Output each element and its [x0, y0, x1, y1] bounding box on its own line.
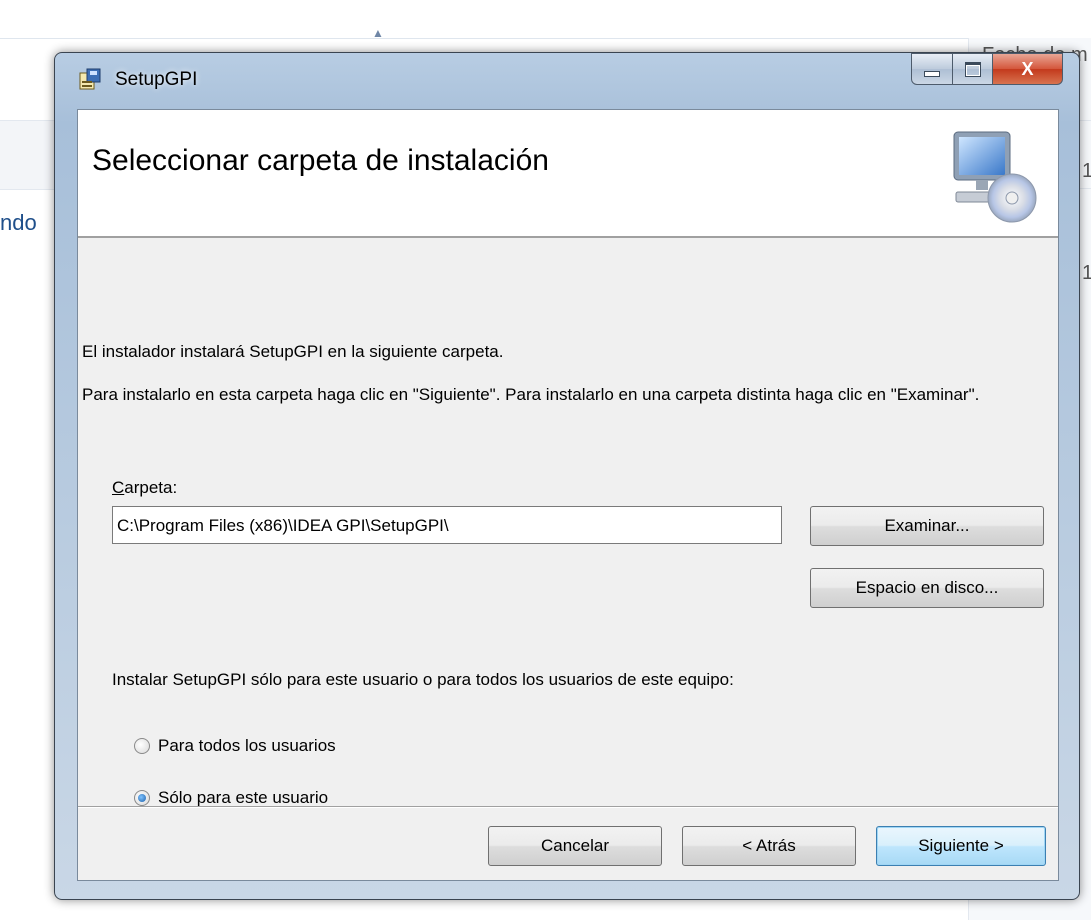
- radio-this-user[interactable]: Sólo para este usuario: [134, 788, 328, 808]
- banner: Seleccionar carpeta de instalación: [78, 110, 1058, 238]
- radio-all-users[interactable]: Para todos los usuarios: [134, 736, 336, 756]
- disk-space-button[interactable]: Espacio en disco...: [810, 568, 1044, 608]
- title-bar[interactable]: SetupGPI X: [55, 53, 1079, 109]
- instructions-text: Para instalarlo en esta carpeta haga cli…: [82, 385, 980, 404]
- folder-label: Carpeta:: [112, 478, 177, 498]
- background-toolbar: [0, 0, 1091, 39]
- background-cell: 1: [1082, 160, 1091, 182]
- close-button[interactable]: X: [993, 53, 1063, 85]
- install-for-prompt: Instalar SetupGPI sólo para este usuario…: [112, 670, 734, 689]
- sort-arrow-icon: ▲: [372, 26, 384, 40]
- folder-path-input[interactable]: [112, 506, 782, 544]
- background-text-fragment: ndo: [0, 210, 37, 235]
- folder-label-text: arpeta:: [124, 478, 178, 497]
- minimize-icon: [924, 71, 940, 77]
- cancel-button[interactable]: Cancelar: [488, 826, 662, 866]
- radio-label-this-user: Sólo para este usuario: [158, 788, 329, 807]
- window-title: SetupGPI: [115, 69, 198, 90]
- setup-window: SetupGPI X Seleccionar carpeta de instal…: [54, 52, 1080, 900]
- dialog-client-area: Seleccionar carpeta de instalación El in…: [77, 109, 1059, 881]
- installer-app-icon: [79, 68, 101, 90]
- minimize-button[interactable]: [911, 53, 953, 85]
- window-controls: X: [911, 53, 1063, 87]
- background-cell: 1: [1082, 262, 1091, 284]
- close-icon: X: [1021, 58, 1034, 79]
- maximize-button[interactable]: [953, 53, 993, 85]
- maximize-icon: [964, 61, 981, 77]
- background-left-pane: [0, 120, 56, 190]
- page-title: Seleccionar carpeta de instalación: [92, 144, 549, 177]
- computer-cd-icon: [953, 131, 1037, 223]
- radio-button-all-users[interactable]: [134, 738, 150, 754]
- back-button[interactable]: < Atrás: [682, 826, 856, 866]
- next-button[interactable]: Siguiente >: [876, 826, 1046, 866]
- folder-label-accelerator: C: [112, 478, 125, 497]
- radio-button-this-user[interactable]: [134, 790, 150, 806]
- radio-label-all-users: Para todos los usuarios: [158, 736, 336, 755]
- browse-button[interactable]: Examinar...: [810, 506, 1044, 546]
- intro-text: El instalador instalará SetupGPI en la s…: [82, 342, 504, 361]
- footer-separator: [78, 806, 1058, 808]
